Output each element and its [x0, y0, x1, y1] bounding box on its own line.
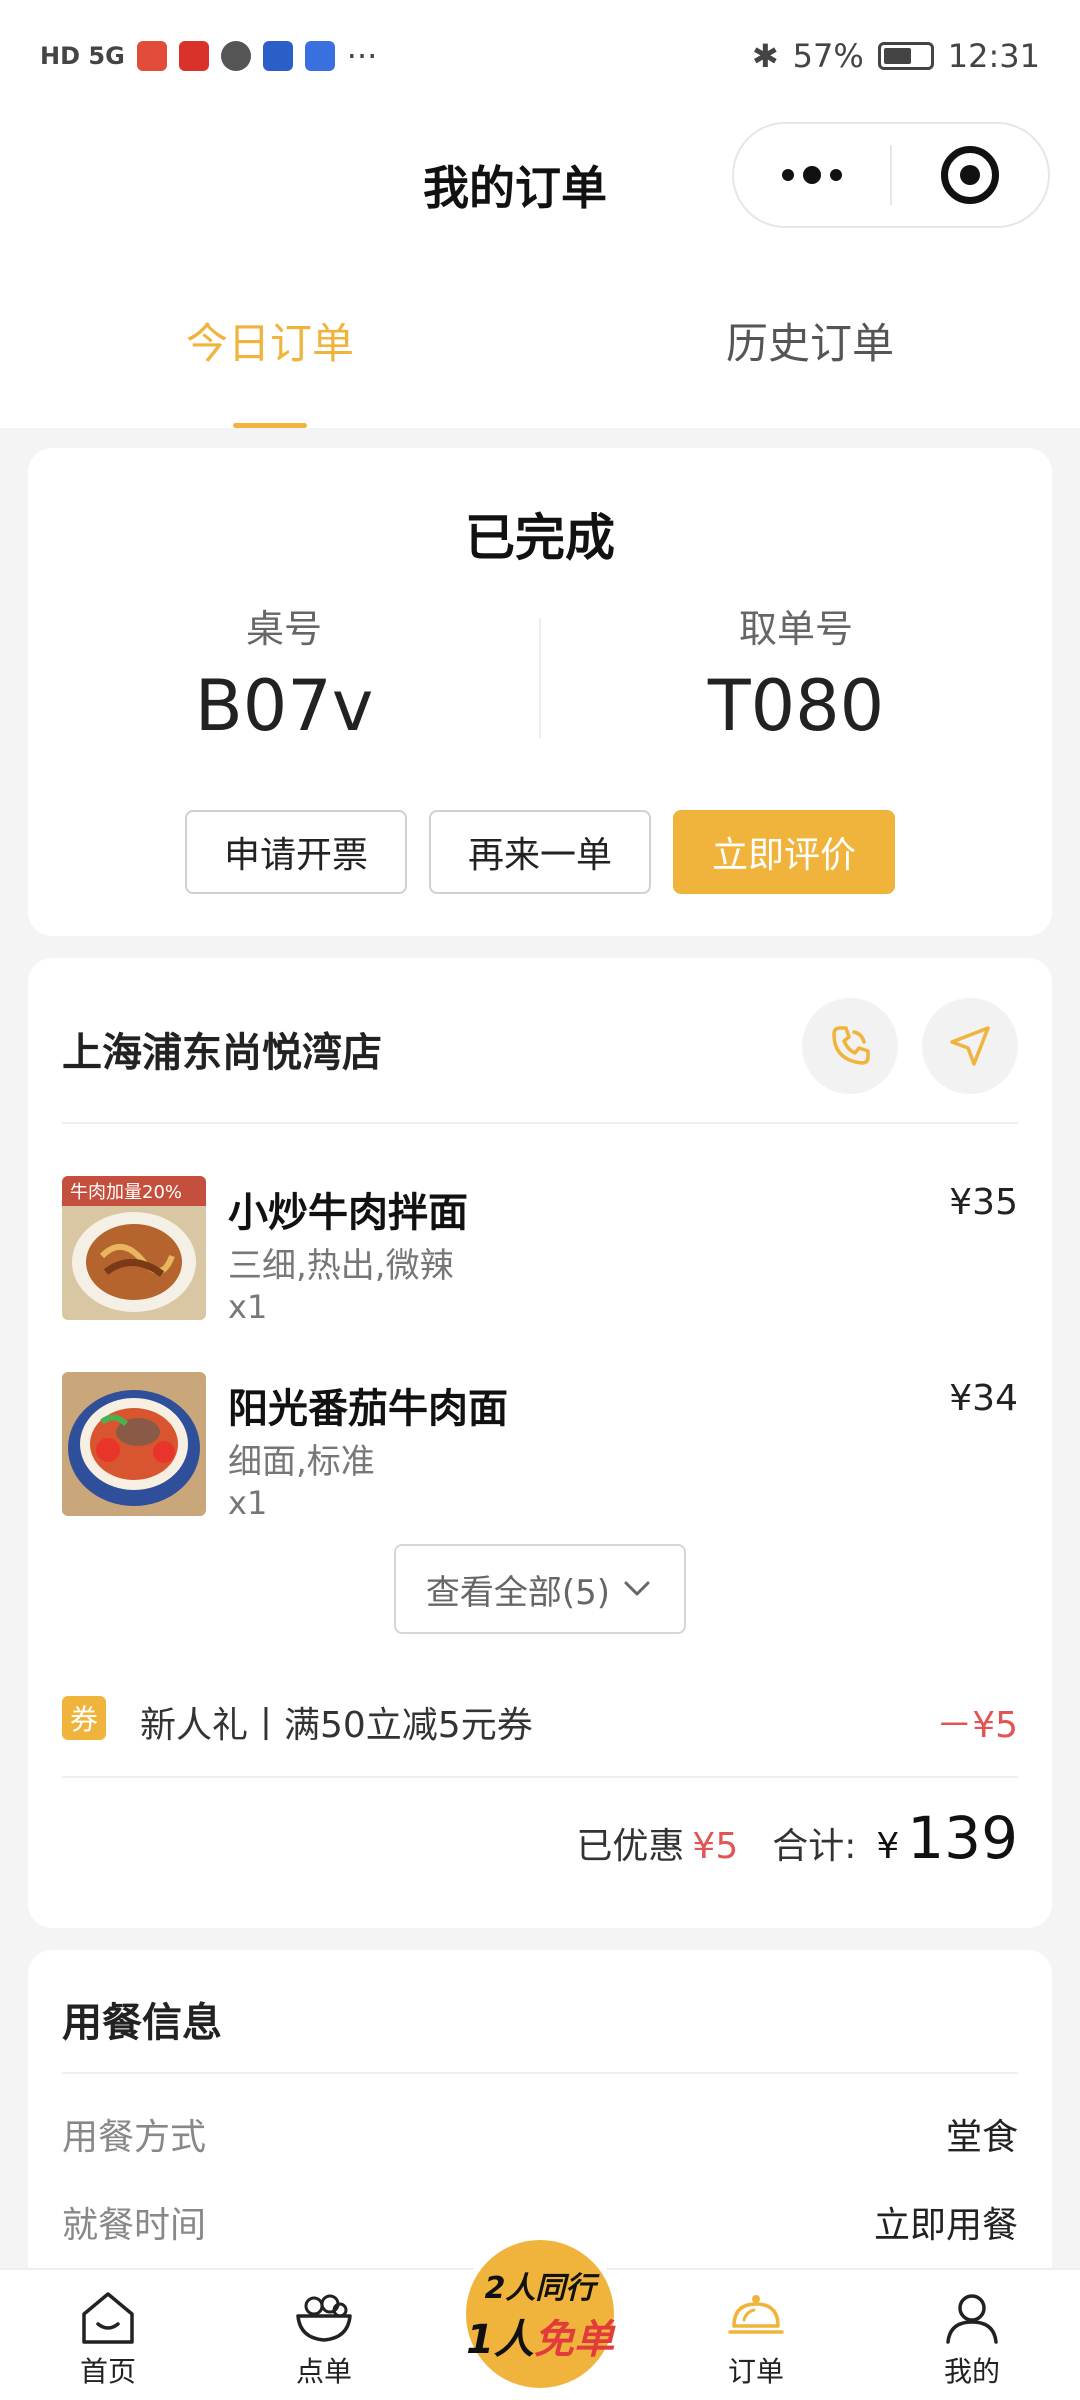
dining-info-value: 立即用餐 [873, 2205, 1018, 2246]
view-all-button[interactable]: 查看全部(5) [394, 1544, 686, 1634]
dining-info-title: 用餐信息 [62, 2000, 222, 2046]
tab-profile[interactable]: 我的 [864, 2270, 1080, 2400]
app-notification-icon [178, 41, 209, 71]
tab-label: 我的 [943, 2355, 1000, 2388]
battery-percent: 57% [792, 37, 864, 75]
table-number-value: B07v [194, 665, 374, 747]
navigation-arrow-icon [950, 1026, 990, 1066]
clock: 12:31 [947, 37, 1040, 75]
pickup-number: 取单号 T080 [540, 598, 1052, 747]
promo-line-1: 2人同行 [484, 2271, 596, 2306]
close-miniprogram-button[interactable] [892, 124, 1048, 226]
miniprogram-capsule [732, 122, 1050, 228]
order-detail-card: 上海浦东尚悦湾店 牛肉加量20% 小炒牛肉拌面 三细,热出,微辣 x1 ¥35 … [28, 958, 1052, 1928]
coupon-amount: －¥5 [936, 1705, 1018, 1746]
tab-active-indicator [233, 423, 307, 428]
tab-orders[interactable]: 订单 [648, 2270, 864, 2400]
promo-line-2: 1人免单 [466, 2307, 614, 2365]
coupon-row: 券 新人礼丨满50立减5元券 －¥5 [62, 1686, 1018, 1746]
promo-line-2a: 1人 [466, 2317, 534, 2363]
view-all-label: 查看全部(5) [425, 1572, 611, 1613]
rate-now-button[interactable]: 立即评价 [673, 810, 895, 894]
pickup-number-value: T080 [707, 665, 885, 747]
home-icon [82, 2292, 134, 2344]
dish-spec: 细面,标准 [228, 1442, 375, 1482]
total-value: 139 [907, 1804, 1018, 1872]
order-item: 牛肉加量20% 小炒牛肉拌面 三细,热出,微辣 x1 ¥35 [62, 1176, 1018, 1326]
divider [62, 1776, 1018, 1778]
tab-today-orders[interactable]: 今日订单 [0, 252, 540, 428]
order-status: 已完成 [465, 509, 615, 567]
status-left: HD 5G ··· [40, 37, 377, 75]
pickup-number-label: 取单号 [738, 607, 853, 651]
discount-label: 已优惠 [576, 1826, 685, 1867]
app-notification-icon [136, 41, 167, 71]
dish-image: 牛肉加量20% [62, 1176, 206, 1320]
dish-quantity: x1 [228, 1484, 268, 1522]
tab-label: 今日订单 [185, 318, 354, 368]
bluetooth-icon: ✱ [751, 37, 779, 75]
app-notification-icon [304, 41, 335, 71]
dish-image-badge: 牛肉加量20% [70, 1182, 182, 1203]
dish-name: 阳光番茄牛肉面 [228, 1386, 508, 1432]
total-label: 合计: [772, 1826, 857, 1867]
status-bar: HD 5G ··· ✱ 57% 12:31 [0, 0, 1080, 112]
dish-name: 小炒牛肉拌面 [228, 1190, 468, 1236]
chevron-down-icon [624, 1581, 650, 1596]
divider [62, 1122, 1018, 1124]
dish-image [62, 1372, 206, 1516]
dining-info-key: 就餐时间 [62, 2205, 207, 2246]
discount-value: ¥5 [692, 1826, 739, 1867]
tab-home[interactable]: 首页 [0, 2270, 216, 2400]
table-number-label: 桌号 [245, 607, 322, 651]
reorder-button[interactable]: 再来一单 [429, 810, 651, 894]
tab-history-orders[interactable]: 历史订单 [540, 252, 1080, 428]
tab-label: 首页 [79, 2355, 136, 2388]
dish-price: ¥35 [949, 1182, 1018, 1223]
dining-info-key: 用餐方式 [62, 2117, 207, 2158]
noodle-bowl-icon [296, 2294, 352, 2342]
phone-icon [832, 1026, 870, 1065]
promo-center-button[interactable]: 2人同行 1人免单 [460, 2234, 620, 2394]
network-indicator: HD 5G [40, 42, 125, 70]
tab-label: 订单 [727, 2355, 784, 2388]
more-menu-button[interactable] [734, 124, 890, 226]
dining-info-value: 堂食 [945, 2117, 1018, 2158]
order-tabs: 今日订单 历史订单 [0, 252, 1080, 428]
order-actions: 申请开票 再来一单 立即评价 [28, 810, 1052, 894]
dish-price: ¥34 [949, 1378, 1018, 1419]
navigate-store-button[interactable] [922, 998, 1018, 1094]
store-name: 上海浦东尚悦湾店 [62, 1030, 382, 1076]
order-item: 阳光番茄牛肉面 细面,标准 x1 ¥34 [62, 1372, 1018, 1522]
tab-order-food[interactable]: 点单 [216, 2270, 432, 2400]
request-invoice-button[interactable]: 申请开票 [185, 810, 407, 894]
user-icon [946, 2294, 998, 2344]
battery-icon [877, 42, 934, 70]
coupon-text: 新人礼丨满50立减5元券 [140, 1705, 533, 1746]
call-store-button[interactable] [802, 998, 898, 1094]
cloche-icon [728, 2295, 784, 2334]
tab-label: 历史订单 [725, 318, 894, 368]
more-notifications: ··· [346, 37, 378, 75]
chat-notification-icon [220, 41, 251, 71]
table-number: 桌号 B07v [28, 598, 540, 747]
status-right: ✱ 57% 12:31 [752, 37, 1040, 75]
promo-line-2b: 免单 [533, 2317, 614, 2363]
order-total: 已优惠 ¥5 合计: ¥ 139 [576, 1804, 1018, 1872]
tab-label: 点单 [295, 2355, 352, 2388]
more-dots-icon [782, 166, 842, 184]
app-notification-icon [262, 41, 293, 71]
dish-quantity: x1 [228, 1288, 268, 1326]
total-currency: ¥ [876, 1826, 900, 1867]
order-status-card: 已完成 桌号 B07v 取单号 T080 申请开票 再来一单 立即评价 [28, 448, 1052, 936]
dish-spec: 三细,热出,微辣 [228, 1246, 454, 1286]
coupon-icon: 券 [62, 1696, 106, 1740]
divider [62, 2072, 1018, 2074]
target-icon [941, 146, 999, 204]
nav-header: 我的订单 [0, 112, 1080, 252]
